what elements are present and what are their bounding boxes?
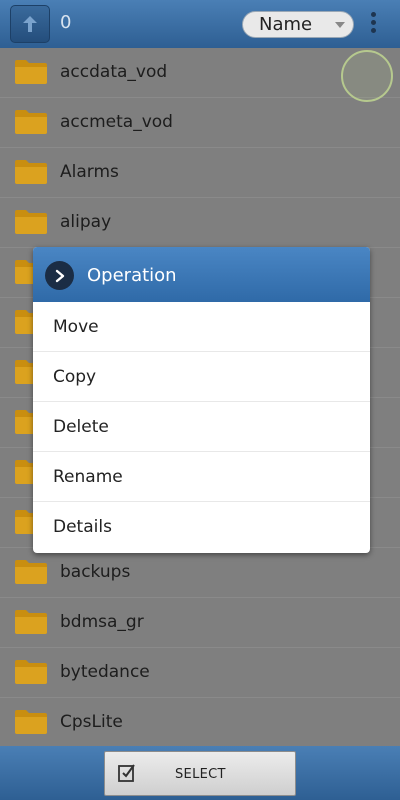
list-item-label: Alarms [60,162,119,182]
list-item[interactable]: alipay [0,198,400,248]
menu-item-copy[interactable]: Copy [33,352,370,402]
list-item[interactable]: bdmsa_gr [0,598,400,648]
folder-icon [15,110,47,134]
up-button[interactable] [10,5,50,43]
list-item-label: bytedance [60,662,150,682]
list-item[interactable]: bytedance [0,648,400,698]
list-item-label: bdmsa_gr [60,612,144,632]
folder-icon [15,660,47,684]
list-item-label: accmeta_vod [60,112,173,132]
select-button[interactable]: SELECT [104,751,296,796]
up-arrow-icon [23,16,37,32]
dialog-header: Operation [33,247,370,302]
select-button-label: SELECT [175,767,226,782]
sort-selected-value: Name [259,14,313,35]
dialog-title: Operation [87,265,177,286]
menu-item-rename[interactable]: Rename [33,452,370,502]
folder-icon [15,610,47,634]
list-item[interactable]: backups [0,548,400,598]
folder-icon [15,60,47,84]
top-bar: 0 Name [0,0,400,48]
folder-icon [15,210,47,234]
touch-indicator [341,50,393,102]
list-item-label: CpsLite [60,712,123,732]
list-item[interactable]: CpsLite [0,698,400,748]
folder-icon [15,560,47,584]
chevron-right-icon [45,261,74,290]
list-item[interactable]: accmeta_vod [0,98,400,148]
operation-dialog: Operation Move Copy Delete Rename Detail… [33,247,370,553]
list-item-label: alipay [60,212,112,232]
list-item[interactable]: accdata_vod [0,48,400,98]
folder-icon [15,710,47,734]
menu-item-details[interactable]: Details [33,502,370,552]
bottom-bar: SELECT [0,746,400,800]
menu-item-delete[interactable]: Delete [33,402,370,452]
list-item-label: backups [60,562,131,582]
list-item-label: accdata_vod [60,62,168,82]
selection-count: 0 [60,12,72,33]
sort-dropdown[interactable]: Name [242,11,354,38]
more-vertical-icon[interactable] [366,12,380,38]
checkbox-edit-icon [118,764,135,782]
menu-item-move[interactable]: Move [33,302,370,352]
folder-icon [15,160,47,184]
chevron-down-icon [335,22,345,28]
list-item[interactable]: Alarms [0,148,400,198]
